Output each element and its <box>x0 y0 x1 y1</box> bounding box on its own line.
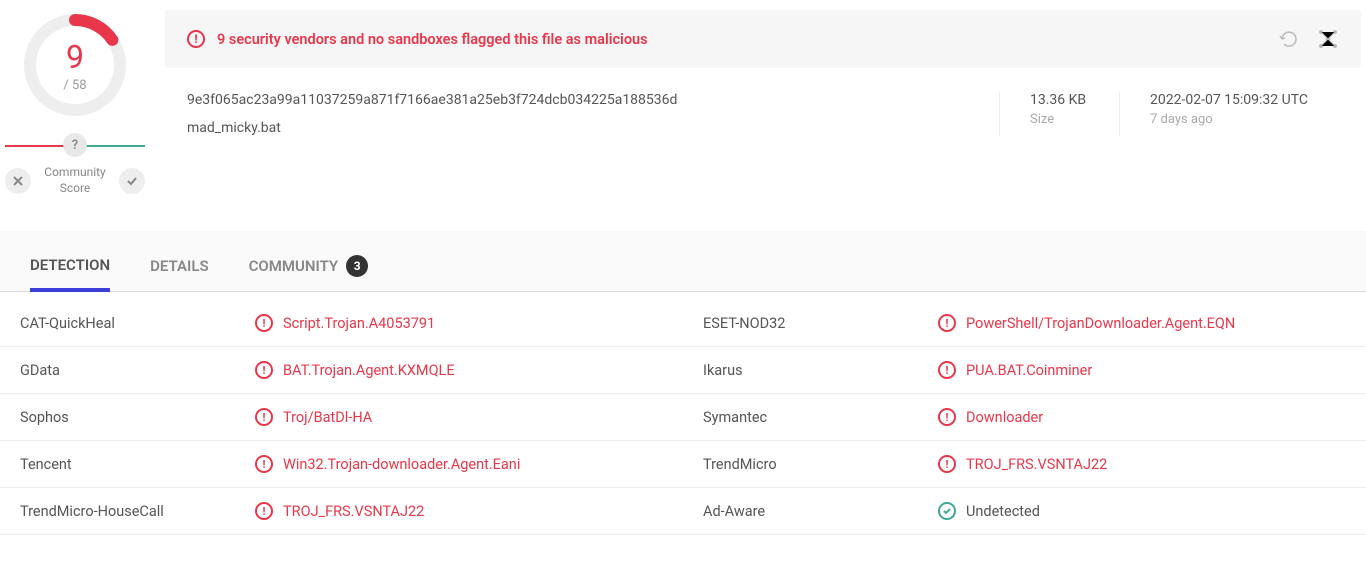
detection-results: CAT-QuickHeal! Script.Trojan.A4053791 ESET… <box>0 292 1366 555</box>
community-help-icon[interactable]: ? <box>63 133 87 157</box>
result-row: Tencent! Win32.Trojan-downloader.Agent.Ea… <box>0 441 1366 488</box>
reanalyze-icon[interactable] <box>1279 29 1299 49</box>
vendor-name: TrendMicro-HouseCall <box>0 488 235 534</box>
malicious-icon: ! <box>255 408 273 426</box>
detection-cell: Undetected <box>918 488 1366 534</box>
detection-label: BAT.Trojan.Agent.KXMQLE <box>283 362 455 379</box>
file-hash: 9e3f065ac23a99a11037259a871f7166ae381a25… <box>187 92 999 108</box>
vendor-name: Ikarus <box>683 347 918 393</box>
detection-label: PUA.BAT.Coinminer <box>966 362 1092 379</box>
result-row: GData! BAT.Trojan.Agent.KXMQLE Ikarus! PUA.… <box>0 347 1366 394</box>
detection-cell: ! Win32.Trojan-downloader.Agent.Eani <box>235 441 683 487</box>
file-size-value: 13.36 KB <box>1030 92 1089 108</box>
vendor-name: GData <box>0 347 235 393</box>
vendor-name: Symantec <box>683 394 918 440</box>
vendor-name: Sophos <box>0 394 235 440</box>
file-time-stat: 2022-02-07 15:09:32 UTC 7 days ago <box>1119 92 1339 136</box>
detection-label: TROJ_FRS.VSNTAJ22 <box>283 503 424 520</box>
detection-total: / 58 <box>63 78 86 93</box>
detection-label: Undetected <box>966 503 1040 520</box>
community-score-label: Community Score <box>44 165 105 196</box>
malicious-banner: ! 9 security vendors and no sandboxes fl… <box>165 10 1361 68</box>
tab-detection[interactable]: DETECTION <box>30 255 110 292</box>
malicious-icon: ! <box>938 361 956 379</box>
clean-icon <box>938 502 956 520</box>
detection-cell: ! PowerShell/TrojanDownloader.Agent.EQN <box>918 300 1366 346</box>
vendor-name: CAT-QuickHeal <box>0 300 235 346</box>
file-size-stat: 13.36 KB Size <box>999 92 1119 136</box>
vote-up-button[interactable] <box>119 168 145 194</box>
detection-label: Win32.Trojan-downloader.Agent.Eani <box>283 456 520 473</box>
tab-community[interactable]: COMMUNITY 3 <box>249 255 369 291</box>
detection-gauge: 9 / 58 <box>20 10 130 120</box>
file-timestamp: 2022-02-07 15:09:32 UTC <box>1150 92 1309 108</box>
malicious-icon: ! <box>255 455 273 473</box>
graph-icon[interactable] <box>1317 28 1339 50</box>
banner-text: 9 security vendors and no sandboxes flag… <box>217 31 648 48</box>
detection-cell: ! TROJ_FRS.VSNTAJ22 <box>235 488 683 534</box>
vendor-name: Tencent <box>0 441 235 487</box>
detection-cell: ! Script.Trojan.A4053791 <box>235 300 683 346</box>
result-row: CAT-QuickHeal! Script.Trojan.A4053791 ESET… <box>0 300 1366 347</box>
malicious-icon: ! <box>255 502 273 520</box>
malicious-icon: ! <box>255 361 273 379</box>
result-row: Sophos! Troj/BatDl-HA Symantec! Downloader <box>0 394 1366 441</box>
file-size-label: Size <box>1030 112 1089 127</box>
file-name: mad_micky.bat <box>187 120 999 136</box>
community-count-badge: 3 <box>346 255 368 277</box>
vendor-name: Ad-Aware <box>683 488 918 534</box>
file-reltime: 7 days ago <box>1150 112 1309 127</box>
detection-label: Script.Trojan.A4053791 <box>283 315 435 332</box>
tab-details[interactable]: DETAILS <box>150 255 208 291</box>
score-panel: 9 / 58 ? Community Score <box>5 0 145 196</box>
tab-community-label: COMMUNITY <box>249 257 339 275</box>
tabs: DETECTION DETAILS COMMUNITY 3 <box>0 231 1366 292</box>
detection-cell: ! PUA.BAT.Coinminer <box>918 347 1366 393</box>
detection-cell: ! Downloader <box>918 394 1366 440</box>
detection-label: PowerShell/TrojanDownloader.Agent.EQN <box>966 315 1235 332</box>
detection-label: Downloader <box>966 409 1043 426</box>
result-row: TrendMicro-HouseCall! TROJ_FRS.VSNTAJ22 Ad… <box>0 488 1366 535</box>
alert-icon: ! <box>187 30 205 48</box>
community-score-bar: ? <box>5 145 145 147</box>
vendor-name: ESET-NOD32 <box>683 300 918 346</box>
malicious-icon: ! <box>255 314 273 332</box>
detection-cell: ! TROJ_FRS.VSNTAJ22 <box>918 441 1366 487</box>
detection-count: 9 <box>66 38 84 76</box>
malicious-icon: ! <box>938 455 956 473</box>
vendor-name: TrendMicro <box>683 441 918 487</box>
detection-cell: ! BAT.Trojan.Agent.KXMQLE <box>235 347 683 393</box>
malicious-icon: ! <box>938 408 956 426</box>
detection-label: TROJ_FRS.VSNTAJ22 <box>966 456 1107 473</box>
detection-label: Troj/BatDl-HA <box>283 409 372 426</box>
detection-cell: ! Troj/BatDl-HA <box>235 394 683 440</box>
file-info-row: 9e3f065ac23a99a11037259a871f7166ae381a25… <box>165 68 1361 152</box>
malicious-icon: ! <box>938 314 956 332</box>
vote-down-button[interactable] <box>5 168 31 194</box>
